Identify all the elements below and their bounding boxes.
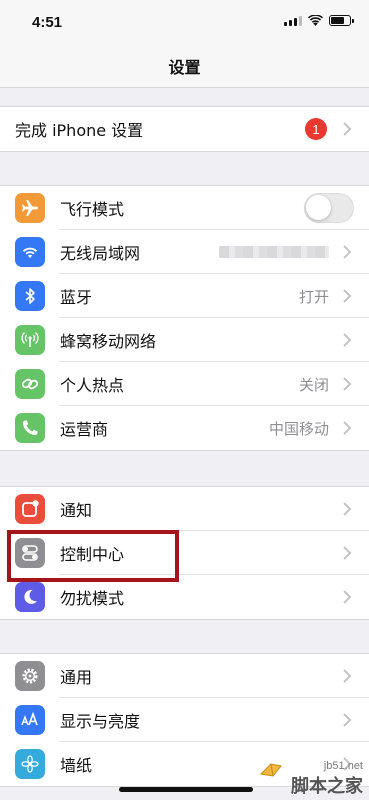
airplane-mode-label: 飞行模式 [60,200,125,219]
general-label: 通用 [60,668,93,687]
carrier-row[interactable]: 运营商 中国移动 [0,406,369,450]
bluetooth-value: 打开 [298,287,329,306]
cellular-label: 蜂窝移动网络 [60,332,157,351]
bluetooth-row[interactable]: 蓝牙 打开 [0,274,369,318]
gear-icon [15,661,45,691]
notification-badge: 1 [305,118,327,140]
watermark: jb51.net 脚本之家 [291,760,363,798]
dnd-label: 勿扰模式 [60,589,125,608]
wifi-label: 无线局域网 [60,244,141,263]
watermark-logo-icon [259,763,282,777]
wifi-icon [15,237,45,267]
wifi-row[interactable]: 无线局域网 [0,230,369,274]
chevron-right-icon [343,289,352,303]
home-indicator[interactable] [119,787,253,792]
toggle-knob [306,195,331,220]
hotspot-label: 个人热点 [60,376,125,395]
chevron-right-icon [343,546,352,560]
finish-iphone-setup-row[interactable]: 完成 iPhone 设置 1 [0,107,369,151]
chevron-right-icon [343,502,352,516]
flower-icon [15,749,45,779]
navigation-bar: 设置 [0,44,369,88]
carrier-value: 中国移动 [268,419,329,438]
phone-icon [15,413,45,443]
connectivity-group: 飞行模式 无线局域网 蓝牙 打开 蜂窝移动网络 个人热点 关闭 运营商 中国移动 [0,185,369,451]
chevron-right-icon [343,669,352,683]
status-bar: 4:51 [0,0,369,44]
status-time: 4:51 [32,14,63,31]
general-row[interactable]: 通用 [0,654,369,698]
moon-icon [15,582,45,612]
wifi-status-icon [308,15,323,26]
airplane-mode-toggle[interactable] [304,193,354,223]
watermark-url: jb51.net [323,760,363,772]
display-label: 显示与亮度 [60,712,141,731]
chevron-right-icon [343,333,352,347]
chevron-right-icon [343,377,352,391]
notifications-icon [15,494,45,524]
watermark-name: 脚本之家 [291,776,363,797]
battery-icon [329,15,354,26]
chevron-right-icon [343,245,352,259]
page-title: 设置 [168,57,201,77]
cellular-signal-icon [284,16,302,26]
chevron-right-icon [343,590,352,604]
notifications-label: 通知 [60,501,93,520]
display-brightness-row[interactable]: 显示与亮度 [0,698,369,742]
text-size-icon [15,705,45,735]
notifications-row[interactable]: 通知 [0,487,369,531]
airplane-mode-row: 飞行模式 [0,186,369,230]
setup-group: 完成 iPhone 设置 1 [0,106,369,152]
personal-hotspot-row[interactable]: 个人热点 关闭 [0,362,369,406]
airplane-icon [15,193,45,223]
chevron-right-icon [343,421,352,435]
hotspot-icon [15,369,45,399]
bluetooth-label: 蓝牙 [60,288,93,307]
cellular-row[interactable]: 蜂窝移动网络 [0,318,369,362]
finish-setup-label: 完成 iPhone 设置 [15,121,144,140]
status-icons [284,15,354,26]
cellular-icon [15,325,45,355]
chevron-right-icon [343,122,352,136]
bluetooth-icon [15,281,45,311]
hotspot-value: 关闭 [298,375,329,394]
chevron-right-icon [343,713,352,727]
highlight-annotation-box [7,530,179,582]
wifi-network-name-blurred [219,246,329,258]
carrier-label: 运营商 [60,420,109,439]
